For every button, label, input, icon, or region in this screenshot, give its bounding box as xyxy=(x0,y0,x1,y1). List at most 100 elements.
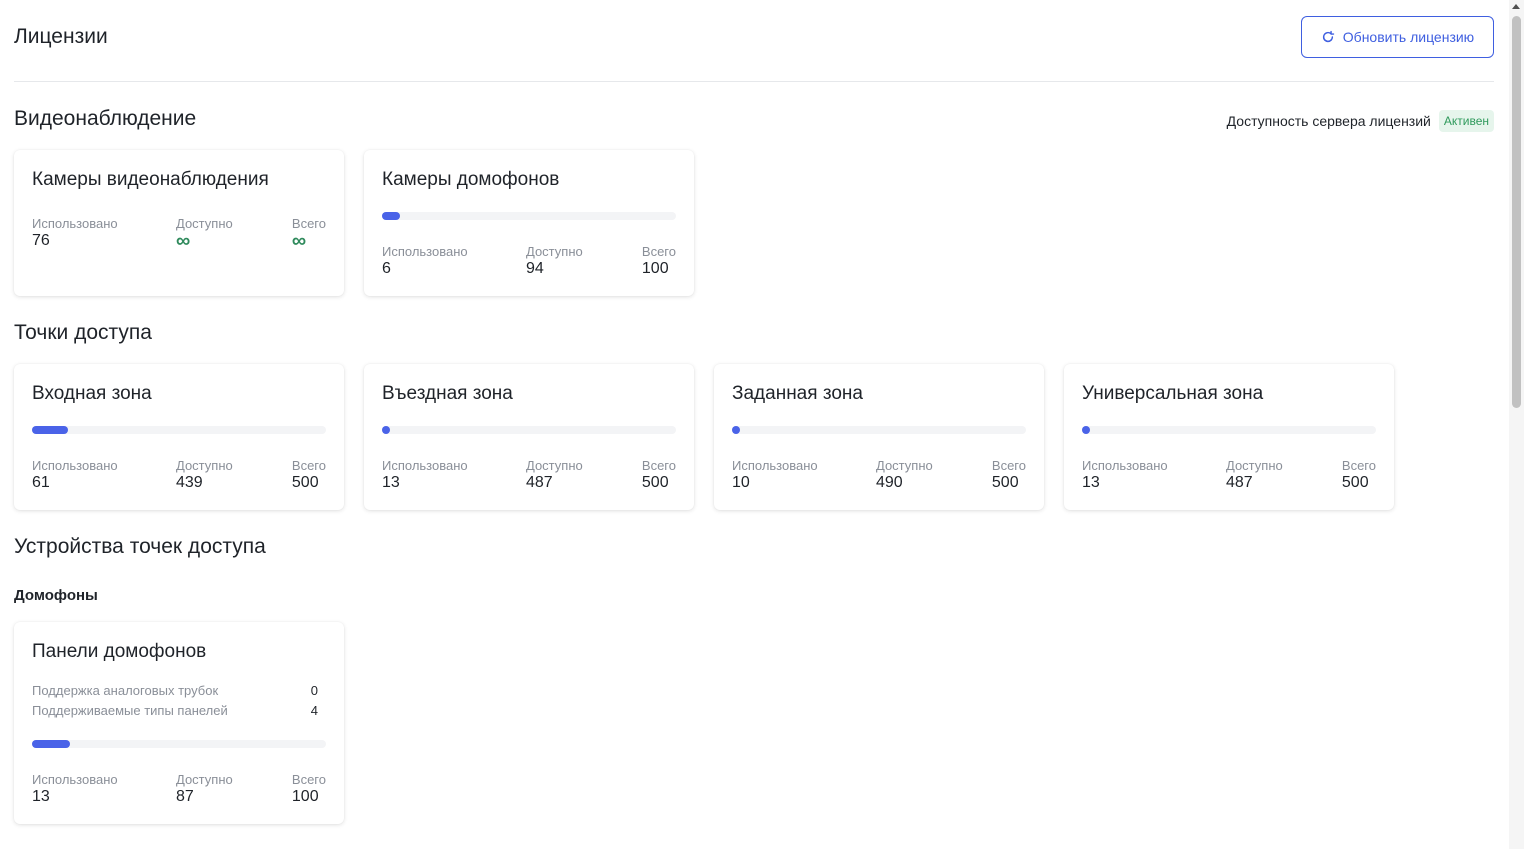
card-stats: Использовано 13 Доступно 87 Всего 100 xyxy=(32,772,326,812)
stat-available: Доступно 487 xyxy=(526,458,583,492)
stat-total: Всего 100 xyxy=(292,772,326,806)
page-title: Лицензии xyxy=(14,25,108,48)
stat-total-label: Всего xyxy=(641,244,676,259)
analog-handsets-value: 0 xyxy=(310,683,318,698)
usage-bar-fill xyxy=(732,426,740,434)
stat-available-value: 439 xyxy=(176,474,203,491)
stat-available: Доступно 94 xyxy=(526,244,583,278)
stat-used-label: Использовано xyxy=(32,216,118,231)
usage-bar xyxy=(382,212,676,220)
stat-used-label: Использовано xyxy=(732,458,818,473)
stat-total-label: Всего xyxy=(1341,458,1376,473)
card-title: Заданная зона xyxy=(732,383,863,404)
stat-used: Использовано 13 xyxy=(382,458,468,492)
stat-available-label: Доступно xyxy=(526,244,583,259)
stat-used: Использовано 13 xyxy=(1082,458,1168,492)
card-title: Камеры домофонов xyxy=(382,169,560,190)
stat-total-value: 100 xyxy=(641,260,669,277)
card-stats: Использовано 10 Доступно 490 Всего 500 xyxy=(732,458,1026,498)
stat-available: Доступно 87 xyxy=(176,772,233,806)
infinity-icon: ∞ xyxy=(291,230,307,252)
refresh-license-button[interactable]: Обновить лицензию xyxy=(1301,16,1494,58)
usage-bar-fill xyxy=(32,740,71,748)
status-badge: Активен xyxy=(1438,109,1494,132)
stat-used: Использовано 13 xyxy=(32,772,118,806)
stat-available-label: Доступно xyxy=(176,772,233,787)
stat-total-label: Всего xyxy=(291,458,326,473)
usage-bar-fill xyxy=(382,426,390,434)
license-card-intercom-panels: Панели домофонов Поддержка аналоговых тр… xyxy=(14,622,344,824)
stat-used: Использовано 6 xyxy=(382,244,468,278)
usage-bar-fill xyxy=(382,212,400,220)
analog-handsets-label: Поддержка аналоговых трубок xyxy=(32,683,219,698)
license-card-vehicle-zone: Въездная зона Использовано 13 Доступно 4… xyxy=(364,364,694,510)
section-title-video: Видеонаблюдение xyxy=(14,107,197,130)
stat-used: Использовано 10 xyxy=(732,458,818,492)
stat-total: Всего 500 xyxy=(642,458,676,492)
page-header: Лицензии Обновить лицензию xyxy=(14,0,1494,82)
stat-available-value: 490 xyxy=(876,474,903,491)
stat-used-label: Использовано xyxy=(382,458,468,473)
stat-available-label: Доступно xyxy=(876,458,933,473)
stat-used: Использовано 61 xyxy=(32,458,118,492)
card-stats: Использовано 13 Доступно 487 Всего 500 xyxy=(1082,458,1376,498)
stat-total-label: Всего xyxy=(291,216,326,231)
stat-used-label: Использовано xyxy=(32,458,118,473)
stat-available-value: 87 xyxy=(176,788,194,805)
card-title: Въездная зона xyxy=(382,383,513,404)
license-card-entry-zone: Входная зона Использовано 61 Доступно 43… xyxy=(14,364,344,510)
usage-bar xyxy=(32,426,326,434)
stat-total: Всего ∞ xyxy=(291,216,326,252)
subsection-title-intercoms: Домофоны xyxy=(14,587,98,604)
stat-total: Всего 500 xyxy=(992,458,1026,492)
stat-total-value: 500 xyxy=(991,474,1019,491)
stat-used-value: 76 xyxy=(32,232,50,249)
refresh-icon xyxy=(1322,30,1335,43)
section-title-access-points: Точки доступа xyxy=(14,321,152,344)
stat-used-value: 13 xyxy=(32,788,50,805)
scrollbar-thumb[interactable] xyxy=(1512,16,1521,408)
license-card-surveillance-cameras: Камеры видеонаблюдения Использовано 76 Д… xyxy=(14,150,344,296)
stat-used-label: Использовано xyxy=(382,244,468,259)
license-card-defined-zone: Заданная зона Использовано 10 Доступно 4… xyxy=(714,364,1044,510)
page-scrollbar[interactable] xyxy=(1509,0,1524,849)
stat-available-label: Доступно xyxy=(1226,458,1283,473)
content-area: Лицензии Обновить лицензию Видеонаблюден… xyxy=(14,0,1494,849)
stat-used-label: Использовано xyxy=(32,772,118,787)
stat-used: Использовано 76 xyxy=(32,216,118,250)
stat-available-label: Доступно xyxy=(526,458,583,473)
stat-total-value: 500 xyxy=(641,474,669,491)
stat-total-value: 500 xyxy=(291,474,319,491)
usage-bar-fill xyxy=(1082,426,1090,434)
card-stats: Использовано 6 Доступно 94 Всего 100 xyxy=(382,244,676,284)
licenses-page: Лицензии Обновить лицензию Видеонаблюден… xyxy=(0,0,1524,849)
stat-used-value: 10 xyxy=(732,474,750,491)
card-stats: Использовано 76 Доступно ∞ Всего ∞ xyxy=(32,216,326,256)
card-title: Универсальная зона xyxy=(1082,383,1264,404)
analog-handsets-row: Поддержка аналоговых трубок 0 xyxy=(32,683,318,698)
scroll-up-arrow-icon[interactable] xyxy=(1512,4,1520,9)
stat-available-value: 94 xyxy=(526,260,544,277)
stat-available-value: 487 xyxy=(1226,474,1253,491)
stat-used-value: 6 xyxy=(382,260,391,277)
stat-total-value: 100 xyxy=(291,788,319,805)
stat-available-label: Доступно xyxy=(176,458,233,473)
stat-available-label: Доступно xyxy=(176,216,233,231)
stat-used-label: Использовано xyxy=(1082,458,1168,473)
usage-bar xyxy=(32,740,326,748)
stat-available: Доступно 490 xyxy=(876,458,933,492)
stat-used-value: 13 xyxy=(382,474,400,491)
license-card-universal-zone: Универсальная зона Использовано 13 Досту… xyxy=(1064,364,1394,510)
card-title: Входная зона xyxy=(32,383,152,404)
stat-used-value: 61 xyxy=(32,474,50,491)
section-title-devices: Устройства точек доступа xyxy=(14,535,266,558)
card-title: Камеры видеонаблюдения xyxy=(32,169,269,190)
stat-total-label: Всего xyxy=(991,458,1026,473)
stat-total: Всего 100 xyxy=(642,244,676,278)
stat-total-value: 500 xyxy=(1341,474,1369,491)
stat-available: Доступно ∞ xyxy=(176,216,233,251)
usage-bar-fill xyxy=(32,426,68,434)
card-stats: Использовано 13 Доступно 487 Всего 500 xyxy=(382,458,676,498)
stat-used-value: 13 xyxy=(1082,474,1100,491)
server-status-label: Доступность сервера лицензий xyxy=(1226,112,1431,129)
